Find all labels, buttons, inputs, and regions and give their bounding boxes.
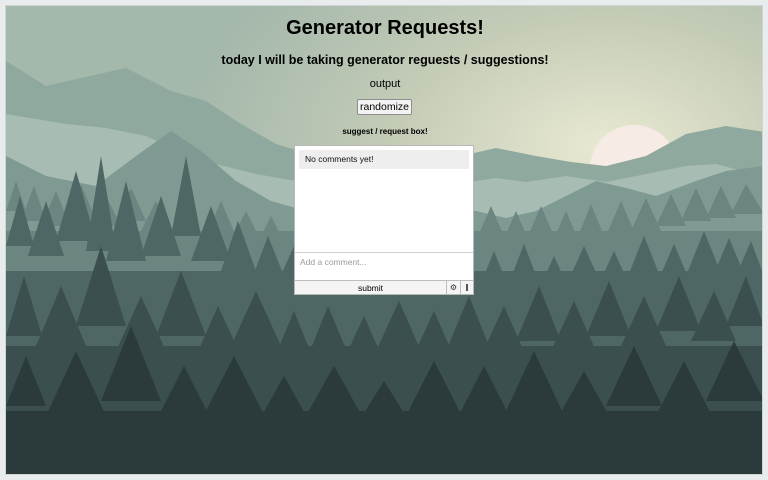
generator-output: output xyxy=(369,78,401,90)
randomize-button[interactable]: randomize xyxy=(357,99,412,115)
comment-box-label: suggest / request box! xyxy=(342,127,428,136)
empty-comments-message: No comments yet! xyxy=(299,150,469,169)
page-frame: Generator Requests! today I will be taki… xyxy=(5,5,763,475)
main-content: Generator Requests! today I will be taki… xyxy=(6,6,762,474)
vertical-bar-icon xyxy=(466,284,468,291)
comment-list[interactable]: No comments yet! xyxy=(295,146,473,253)
comment-box: No comments yet! submit ⚙ xyxy=(294,145,474,295)
comment-input[interactable] xyxy=(295,253,473,280)
submit-button[interactable]: submit xyxy=(295,281,447,294)
menu-button[interactable] xyxy=(461,281,473,294)
page-title: Generator Requests! xyxy=(286,17,484,39)
comment-toolbar: submit ⚙ xyxy=(295,280,473,294)
settings-button[interactable]: ⚙ xyxy=(447,281,461,294)
page-subtitle: today I will be taking generator reguest… xyxy=(221,53,549,67)
gear-icon: ⚙ xyxy=(449,283,458,292)
